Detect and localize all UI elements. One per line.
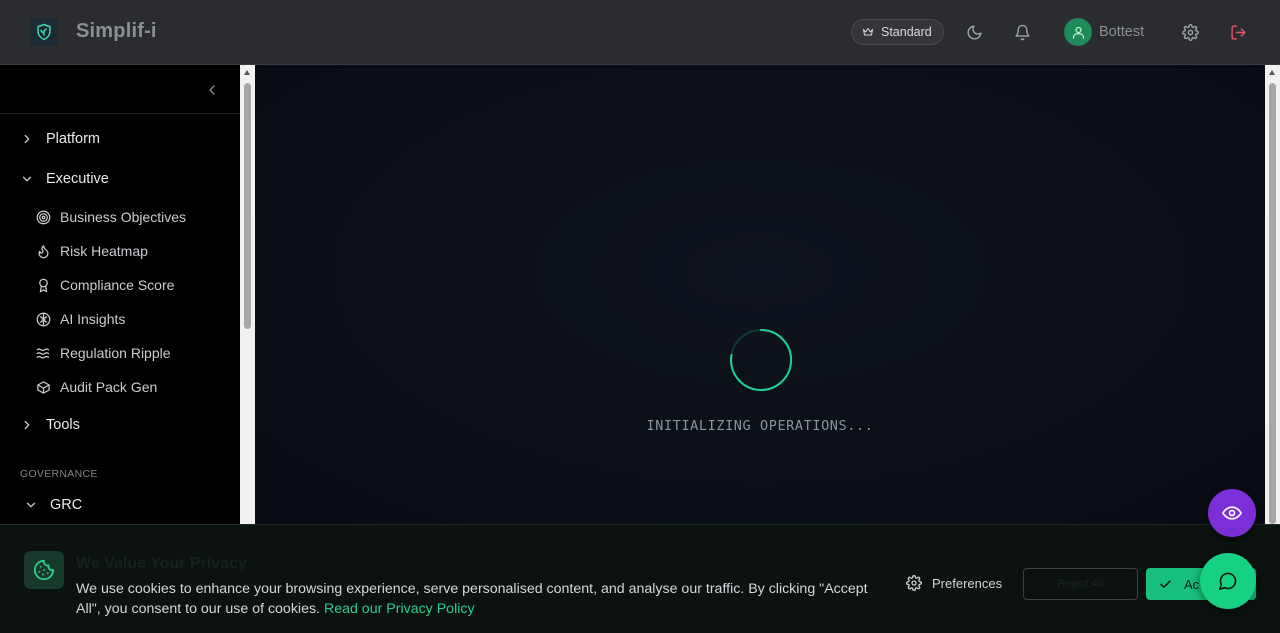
bell-icon[interactable] bbox=[1012, 22, 1032, 42]
chat-icon bbox=[1218, 572, 1237, 591]
sidebar-item-regulation-ripple[interactable]: Regulation Ripple bbox=[36, 345, 171, 361]
sidebar-item-ai-insights[interactable]: AI Insights bbox=[36, 311, 125, 327]
sidebar-scrollbar[interactable] bbox=[240, 65, 255, 524]
chevron-right-icon bbox=[24, 134, 30, 144]
scroll-up-arrow[interactable] bbox=[1269, 70, 1275, 75]
sidebar-section-label: GOVERNANCE bbox=[20, 468, 98, 480]
preferences-button[interactable]: Preferences bbox=[906, 575, 1002, 591]
logout-icon[interactable] bbox=[1228, 22, 1248, 42]
reject-all-label: Reject All bbox=[1057, 578, 1104, 590]
main-scroll-thumb[interactable] bbox=[1269, 83, 1276, 524]
sidebar-divider bbox=[0, 113, 240, 114]
sidebar-item-compliance-score[interactable]: Compliance Score bbox=[36, 277, 174, 293]
cookie-icon bbox=[24, 551, 64, 589]
cookie-banner: We Value Your Privacy We use cookies to … bbox=[0, 524, 1280, 633]
waves-icon bbox=[36, 347, 50, 359]
sidebar-item-label: Regulation Ripple bbox=[60, 345, 171, 361]
cookie-text: We use cookies to enhance your browsing … bbox=[76, 579, 876, 619]
sidebar: Platform Executive Business Objectives R… bbox=[0, 65, 240, 524]
gear-icon bbox=[906, 575, 922, 591]
sidebar-item-label: Audit Pack Gen bbox=[60, 379, 158, 395]
accessibility-button[interactable] bbox=[1208, 489, 1256, 537]
check-icon bbox=[1160, 579, 1171, 588]
sidebar-scroll-thumb[interactable] bbox=[244, 83, 251, 329]
sidebar-item-business-objectives[interactable]: Business Objectives bbox=[36, 209, 186, 225]
plan-label: Standard bbox=[881, 25, 932, 39]
sidebar-group-label: GRC bbox=[50, 497, 83, 513]
privacy-policy-link[interactable]: Read our Privacy Policy bbox=[324, 601, 475, 617]
sidebar-item-audit-pack-gen[interactable]: Audit Pack Gen bbox=[36, 379, 157, 395]
reject-all-button[interactable]: Reject All bbox=[1023, 568, 1138, 600]
sidebar-group-executive[interactable]: Executive bbox=[20, 171, 109, 187]
plan-badge[interactable]: Standard bbox=[851, 19, 944, 45]
sidebar-group-label: Executive bbox=[46, 171, 109, 187]
shield-leaf-icon[interactable] bbox=[30, 18, 58, 46]
sidebar-group-platform[interactable]: Platform bbox=[20, 131, 100, 147]
sidebar-group-grc[interactable]: GRC bbox=[24, 497, 82, 513]
avatar[interactable] bbox=[1064, 18, 1092, 46]
loading-text: INITIALIZING OPERATIONS... bbox=[646, 418, 874, 434]
target-icon bbox=[36, 210, 51, 224]
top-bar: Simplif-i Standard Bottest bbox=[0, 0, 1280, 65]
package-icon bbox=[37, 380, 50, 394]
sidebar-group-tools[interactable]: Tools bbox=[20, 417, 80, 433]
brain-icon bbox=[36, 312, 51, 326]
award-icon bbox=[39, 278, 48, 292]
preferences-label: Preferences bbox=[932, 575, 1003, 591]
chevron-down-icon bbox=[22, 176, 32, 182]
sidebar-group-label: Tools bbox=[46, 417, 80, 433]
crown-icon bbox=[863, 28, 873, 36]
chevron-down-icon bbox=[26, 502, 36, 508]
scroll-up-arrow[interactable] bbox=[244, 70, 250, 75]
accept-all-label: Ac bbox=[1184, 576, 1200, 592]
main-content: INITIALIZING OPERATIONS... bbox=[255, 65, 1265, 524]
sidebar-item-risk-heatmap[interactable]: Risk Heatmap bbox=[36, 243, 148, 259]
chevron-left-icon[interactable] bbox=[204, 82, 220, 98]
user-icon bbox=[1072, 26, 1084, 39]
sidebar-group-label: Platform bbox=[46, 131, 100, 147]
chevron-right-icon bbox=[24, 420, 30, 430]
sidebar-item-label: Compliance Score bbox=[60, 277, 175, 293]
flame-icon bbox=[38, 244, 49, 258]
cookie-title: We Value Your Privacy bbox=[76, 555, 247, 572]
moon-icon[interactable] bbox=[964, 22, 984, 42]
app-title[interactable]: Simplif-i bbox=[76, 20, 157, 43]
sidebar-item-label: Business Objectives bbox=[60, 209, 187, 225]
sidebar-item-label: Risk Heatmap bbox=[60, 243, 148, 259]
sidebar-item-label: AI Insights bbox=[60, 311, 126, 327]
chat-button[interactable] bbox=[1200, 553, 1256, 609]
main-scrollbar[interactable] bbox=[1265, 65, 1280, 524]
loading-spinner bbox=[730, 328, 793, 391]
eye-icon bbox=[1222, 506, 1242, 520]
gear-icon[interactable] bbox=[1180, 22, 1200, 42]
username[interactable]: Bottest bbox=[1099, 24, 1144, 40]
